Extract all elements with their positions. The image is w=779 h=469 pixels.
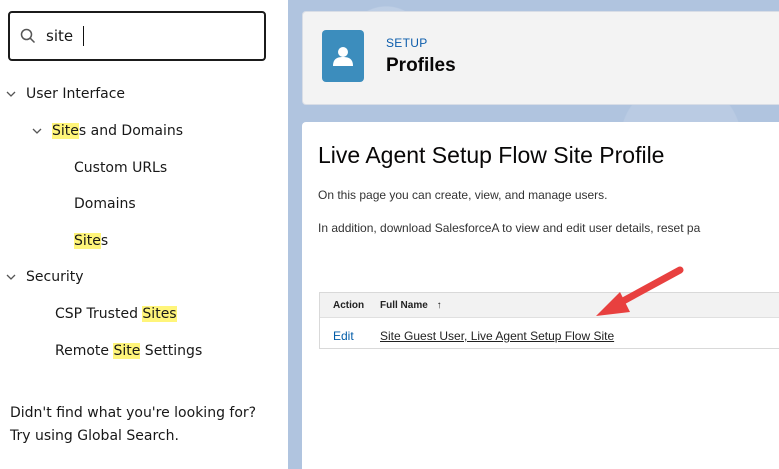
tree-item-remote-site-settings[interactable]: Remote Site Settings (55, 333, 202, 369)
edit-link[interactable]: Edit (333, 329, 354, 343)
description-line-2: In addition, download SalesforceA to vie… (318, 221, 701, 235)
chevron-down-icon (32, 128, 42, 134)
search-icon (20, 28, 36, 44)
sort-ascending-icon: ↑ (436, 300, 442, 311)
tree-item-sites-and-domains[interactable]: Sites and Domains (32, 113, 183, 149)
header-eyebrow: SETUP (386, 36, 428, 50)
user-glyph-icon (333, 47, 353, 66)
no-results-line-1: Didn't find what you're looking for? (10, 405, 257, 421)
tree-label: Remote Site Settings (55, 343, 202, 359)
search-match-highlight: Site (113, 343, 141, 359)
search-input[interactable]: site (46, 27, 73, 45)
user-icon (322, 30, 364, 82)
tree-label-text: CSP Trusted (55, 306, 143, 322)
tree-item-csp-trusted-sites[interactable]: CSP Trusted Sites (55, 296, 177, 332)
tree-label-text: Security (26, 269, 84, 285)
tree-label: CSP Trusted Sites (55, 306, 177, 322)
column-header-full-name[interactable]: Full Name ↑ (380, 300, 442, 311)
tree-item-sites[interactable]: Sites (74, 223, 108, 259)
tree-item-user-interface[interactable]: User Interface (6, 76, 125, 112)
tree-label-text: s and Domains (78, 123, 184, 139)
tree-label: Security (26, 269, 84, 285)
text-caret (83, 26, 84, 46)
no-results-line-2: Try using Global Search. (10, 428, 179, 444)
tree-item-domains[interactable]: Domains (74, 186, 136, 222)
page-header (302, 11, 779, 105)
user-full-name-link[interactable]: Site Guest User, Live Agent Setup Flow S… (380, 329, 614, 343)
description-line-1: On this page you can create, view, and m… (318, 188, 608, 202)
chevron-down-icon (6, 91, 16, 97)
column-header-full-name-label: Full Name (380, 300, 428, 311)
chevron-down-icon (6, 274, 16, 280)
tree-label-text: Domains (74, 196, 136, 212)
tree-label-text: Settings (140, 343, 203, 359)
tree-label-text: User Interface (26, 86, 126, 102)
column-header-action[interactable]: Action (333, 300, 364, 311)
tree-label-text: s (100, 233, 109, 249)
tree-label: Sites and Domains (52, 123, 183, 139)
red-arrow-annotation-icon (596, 266, 684, 316)
tree-label: Sites (74, 233, 108, 249)
search-match-highlight: Site (74, 233, 101, 249)
tree-label: Custom URLs (74, 160, 167, 176)
tree-label: User Interface (26, 86, 125, 102)
quick-find-search[interactable]: site (8, 11, 266, 61)
tree-item-custom-urls[interactable]: Custom URLs (74, 150, 167, 186)
tree-label: Domains (74, 196, 136, 212)
tree-label-text: Remote (55, 343, 114, 359)
tree-item-security[interactable]: Security (6, 259, 84, 295)
search-match-highlight: Site (52, 123, 79, 139)
profile-title: Live Agent Setup Flow Site Profile (318, 142, 665, 168)
page-title: Profiles (386, 55, 456, 76)
search-match-highlight: Sites (142, 306, 177, 322)
users-table: Action Full Name ↑ Edit Site Guest User,… (319, 292, 779, 349)
tree-label-text: Custom URLs (74, 160, 168, 176)
setup-sidebar: site User Interface Sites and Domains Cu… (0, 0, 278, 469)
no-results-hint: Didn't find what you're looking for? Try… (10, 402, 275, 448)
